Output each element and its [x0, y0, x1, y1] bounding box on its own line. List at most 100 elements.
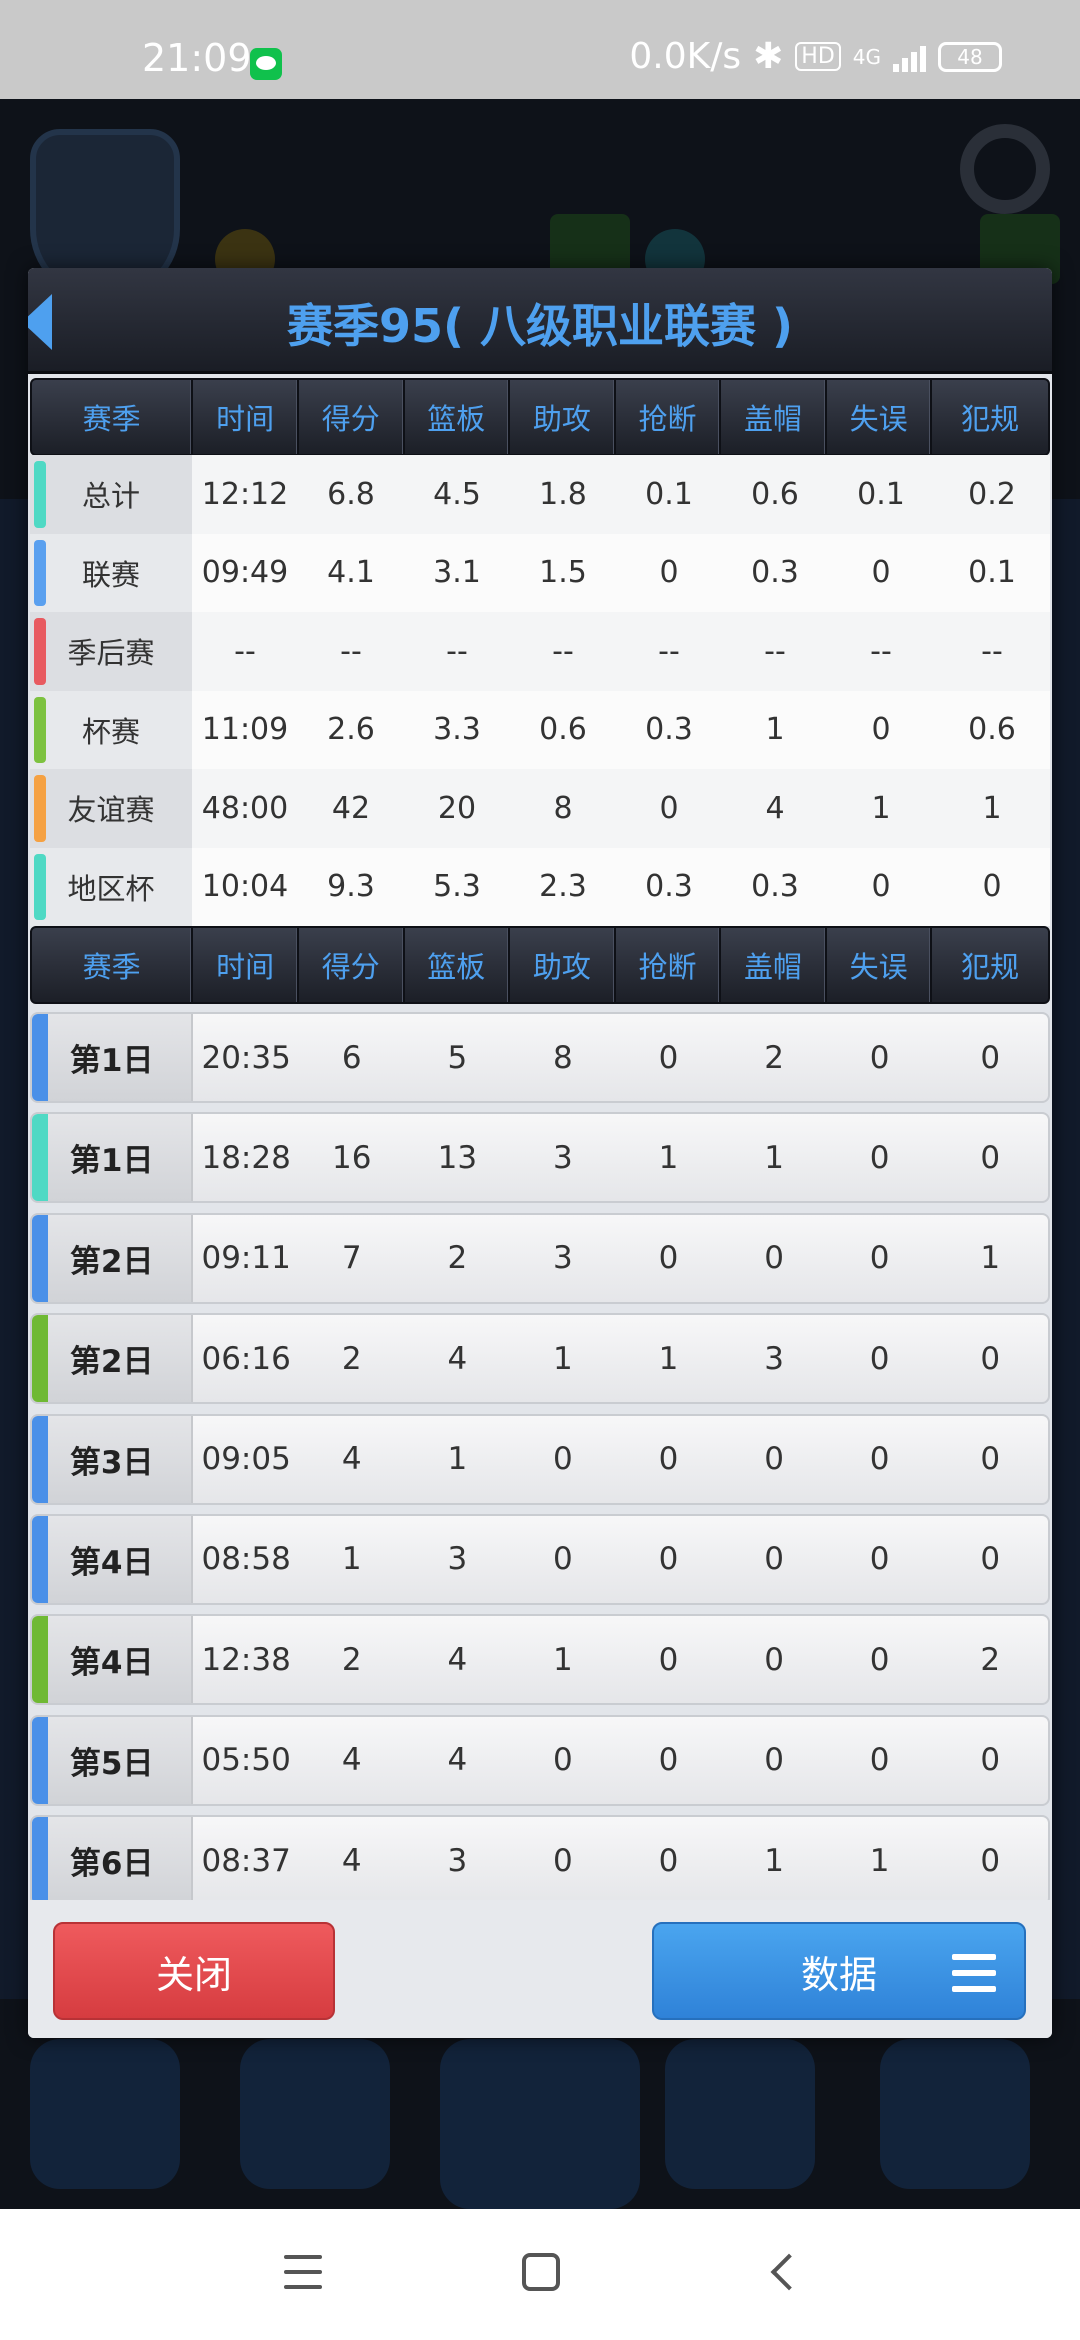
- daily-row[interactable]: 第1日 18:28 16 13 3 1 1 0 0: [30, 1112, 1050, 1204]
- stat-cell: 4: [765, 790, 785, 826]
- stat-cell: 0: [869, 1441, 890, 1478]
- back-icon[interactable]: [770, 2253, 808, 2291]
- stat-cell: 1: [658, 1340, 679, 1377]
- stat-cell: 2: [341, 1340, 362, 1377]
- stat-cell: 1: [765, 712, 785, 748]
- summary-row: 总计 12:12 6.8 4.5 1.8 0.1 0.6 0.1 0.2: [30, 455, 1050, 534]
- stat-cell: 0.3: [751, 869, 799, 905]
- col-header: 助攻: [510, 380, 616, 454]
- col-header: 得分: [299, 380, 405, 454]
- net-speed: 0.0K/s: [629, 36, 742, 77]
- col-header: 赛季: [32, 380, 194, 454]
- network-type: 4G: [852, 44, 881, 69]
- summary-row: 季后赛 -- -- -- -- -- -- -- --: [30, 612, 1050, 691]
- stat-cell: 4: [447, 1340, 468, 1377]
- stat-cell: 0: [658, 1541, 679, 1578]
- row-label: 友谊赛: [30, 769, 192, 848]
- daily-row[interactable]: 第2日 09:11 7 2 3 0 0 0 1: [30, 1212, 1050, 1304]
- stat-cell: 0: [980, 1139, 1001, 1176]
- stat-cell: 0: [658, 1441, 679, 1478]
- row-label: 地区杯: [30, 847, 192, 926]
- col-header: 篮板: [405, 380, 511, 454]
- stat-cell: 9.3: [327, 869, 375, 905]
- season-stats-dialog: 赛季95( 八级职业联赛 ) 赛季 时间 得分 篮板 助攻 抢断 盖帽 失误 犯…: [28, 268, 1052, 2038]
- star-icon: [30, 2039, 180, 2189]
- daily-table[interactable]: 第1日 20:35 6 5 8 0 2 0 0 第1日 18:28 16 13 3 1 1 0 0 第2日 09:11…: [30, 1012, 1050, 1900]
- bg-side-left: [0, 499, 30, 1999]
- stat-cell: 0: [658, 1039, 679, 1076]
- stat-cell: 5: [447, 1039, 468, 1076]
- row-label: 第2日: [32, 1315, 194, 1403]
- stat-cell: --: [764, 633, 786, 669]
- stat-cell: 12:38: [201, 1641, 291, 1678]
- category-color-bar: [32, 1716, 48, 1804]
- stat-cell: 0: [764, 1742, 784, 1779]
- menu-icon[interactable]: [284, 2255, 322, 2289]
- category-color-bar: [32, 1315, 48, 1403]
- stat-cell: 2.3: [539, 869, 587, 905]
- yen-icon: [240, 2039, 390, 2189]
- stat-cell: --: [446, 633, 468, 669]
- stat-cell: 6.8: [327, 476, 375, 512]
- stat-cell: 09:49: [201, 555, 289, 591]
- stat-cell: --: [340, 633, 362, 669]
- stat-cell: 12:12: [201, 476, 289, 512]
- stat-cell: 1.5: [539, 555, 587, 591]
- daily-table-header: 赛季 时间 得分 篮板 助攻 抢断 盖帽 失误 犯规: [30, 926, 1050, 1004]
- stat-cell: 06:16: [201, 1340, 291, 1377]
- col-header: 助攻: [510, 928, 616, 1002]
- stat-cell: 0.1: [968, 555, 1016, 591]
- data-button[interactable]: 数据: [652, 1922, 1026, 2020]
- stat-cell: 4: [341, 1742, 362, 1779]
- close-button[interactable]: 关闭: [53, 1922, 335, 2020]
- stat-cell: 0: [871, 869, 891, 905]
- daily-row[interactable]: 第6日 08:37 4 3 0 0 1 1 0: [30, 1815, 1050, 1900]
- stat-cell: 20: [437, 790, 477, 826]
- col-header: 盖帽: [721, 380, 827, 454]
- row-label: 第6日: [32, 1817, 194, 1900]
- stat-cell: 0: [980, 1842, 1001, 1879]
- stat-cell: 2: [447, 1240, 468, 1277]
- daily-row[interactable]: 第2日 06:16 2 4 1 1 3 0 0: [30, 1313, 1050, 1405]
- daily-row[interactable]: 第1日 20:35 6 5 8 0 2 0 0: [30, 1012, 1050, 1103]
- stat-cell: 0: [980, 1441, 1001, 1478]
- daily-row[interactable]: 第5日 05:50 4 4 0 0 0 0 0: [30, 1714, 1050, 1806]
- stat-cell: --: [658, 633, 680, 669]
- summary-row: 友谊赛 48:00 42 20 8 0 4 1 1: [30, 769, 1050, 848]
- daily-row[interactable]: 第4日 12:38 2 4 1 0 0 0 2: [30, 1614, 1050, 1706]
- chat-icon: [665, 2039, 815, 2189]
- stat-cell: 0: [980, 1541, 1001, 1578]
- stat-cell: --: [981, 633, 1003, 669]
- stat-cell: 7: [341, 1240, 362, 1277]
- stat-cell: 13: [437, 1139, 478, 1176]
- stat-cell: 0: [764, 1541, 784, 1578]
- summary-table-header: 赛季 时间 得分 篮板 助攻 抢断 盖帽 失误 犯规: [30, 378, 1050, 456]
- stat-cell: 2: [341, 1641, 362, 1678]
- stat-cell: 0.6: [539, 712, 587, 748]
- status-bar: 21:09 0.0K/s ✱ HD 4G 48: [0, 0, 1080, 99]
- col-header: 抢断: [616, 928, 722, 1002]
- stat-cell: 1: [764, 1842, 784, 1879]
- stat-cell: 4.1: [327, 555, 375, 591]
- stat-cell: 4.5: [433, 476, 481, 512]
- stat-cell: 0.3: [645, 712, 693, 748]
- category-color-bar: [34, 618, 46, 685]
- home-icon[interactable]: [522, 2253, 560, 2291]
- stat-cell: 08:58: [201, 1541, 291, 1578]
- row-label: 联赛: [30, 533, 192, 612]
- stat-cell: 0: [553, 1742, 573, 1779]
- stat-cell: 05:50: [201, 1742, 291, 1779]
- daily-row[interactable]: 第4日 08:58 1 3 0 0 0 0 0: [30, 1513, 1050, 1605]
- stat-cell: 3: [447, 1842, 468, 1879]
- stat-cell: 0.3: [751, 555, 799, 591]
- col-header: 犯规: [961, 950, 1020, 984]
- daily-row[interactable]: 第3日 09:05 4 1 0 0 0 0 0: [30, 1413, 1050, 1505]
- stat-cell: 0: [869, 1742, 890, 1779]
- stat-cell: 0: [553, 1441, 573, 1478]
- stat-cell: 1: [871, 790, 891, 826]
- gear-icon: [960, 124, 1050, 214]
- stat-cell: 0.2: [968, 476, 1016, 512]
- category-color-bar: [34, 461, 46, 528]
- court-icon: [440, 2039, 640, 2209]
- stat-cell: 0: [658, 1742, 679, 1779]
